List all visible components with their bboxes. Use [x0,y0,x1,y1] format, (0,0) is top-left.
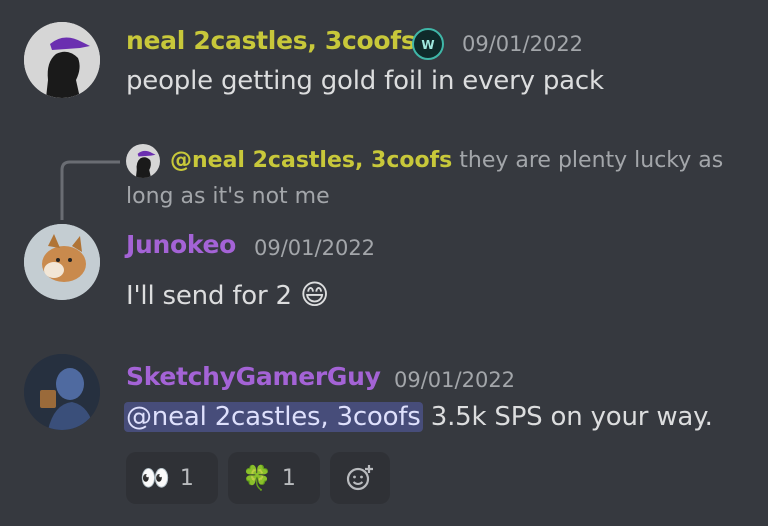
reply-avatar-icon [135,150,156,178]
add-reaction-button[interactable] [330,452,390,504]
timestamp: 09/01/2022 [462,32,584,56]
reaction-count: 1 [179,465,194,491]
svg-text:W: W [421,38,434,52]
timestamp: 09/01/2022 [254,236,376,260]
message-text: people getting gold foil in every pack [126,66,604,96]
avatar-neal[interactable] [24,22,100,98]
avatar-head-icon [24,22,100,98]
reaction-four-leaf-clover[interactable]: 🍀 1 [228,452,320,504]
four-leaf-clover-emoji-icon: 🍀 [242,464,272,492]
server-badge-icon: W [412,28,444,60]
message-text: @neal 2castles, 3coofs 3.5k SPS on your … [124,402,713,432]
reply-connector [60,160,120,220]
username-junokeo[interactable]: Junokeo [126,230,236,259]
avatar-junokeo[interactable] [24,224,100,300]
username-neal[interactable]: neal 2castles, 3coofs [126,26,416,55]
avatar-person-icon [24,354,100,430]
reply-preview-line1[interactable]: @neal 2castles, 3coofs they are plenty l… [170,148,723,173]
reaction-count: 1 [281,465,296,491]
timestamp: 09/01/2022 [394,368,516,392]
reply-preview-text: they are plenty lucky as [459,148,724,173]
avatar-dog-icon [24,224,100,300]
reply-username[interactable]: @neal 2castles, 3coofs [170,148,452,173]
reply-avatar[interactable] [126,144,160,178]
user-mention[interactable]: @neal 2castles, 3coofs [124,402,423,432]
message-body: I'll send for 2 [126,281,292,311]
add-reaction-icon [346,465,373,491]
username-sketchygamerguy[interactable]: SketchyGamerGuy [126,362,381,391]
eyes-emoji-icon: 👀 [140,464,170,492]
message-body: 3.5k SPS on your way. [422,402,713,432]
message-text: I'll send for 2 😄 [126,278,329,311]
grinning-face-emoji-icon: 😄 [299,278,329,311]
reply-preview-line2: long as it's not me [126,184,330,209]
avatar-sketchygamerguy[interactable] [24,354,100,430]
reaction-eyes[interactable]: 👀 1 [126,452,218,504]
